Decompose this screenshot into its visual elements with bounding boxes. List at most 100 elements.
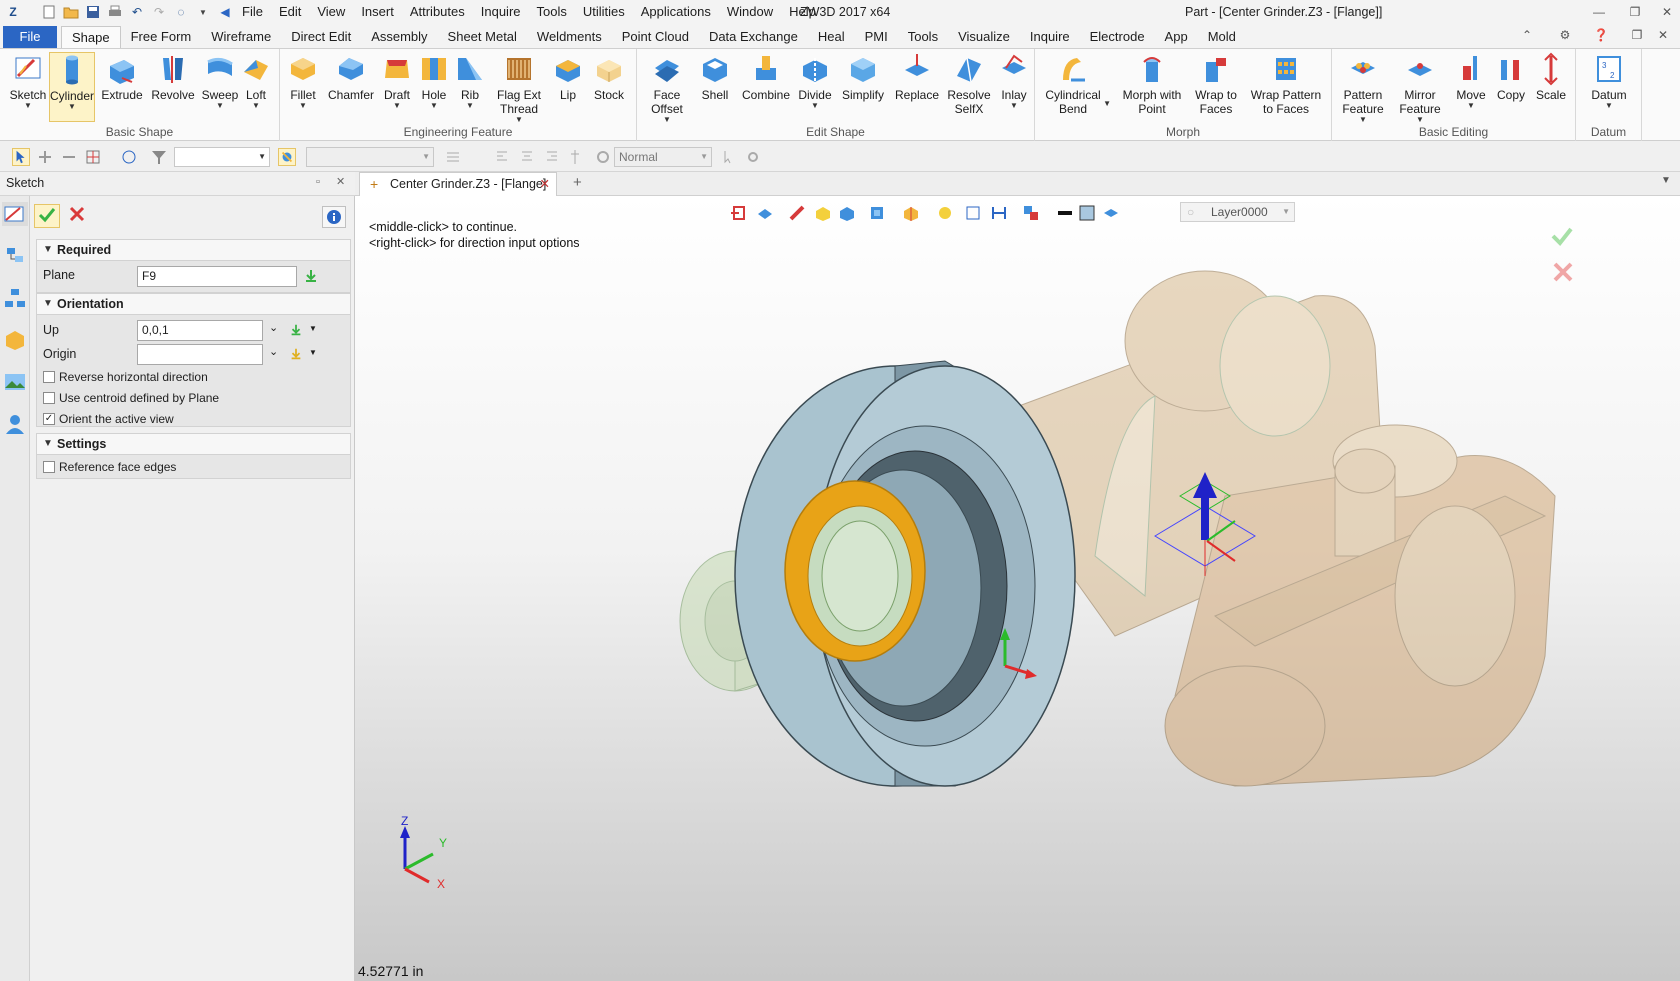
tab-point-cloud[interactable]: Point Cloud — [612, 26, 699, 48]
confirm-button[interactable] — [34, 204, 60, 228]
minimize-button[interactable]: — — [1590, 3, 1608, 21]
pattern-feature-button[interactable]: Pattern Feature ▼ — [1336, 52, 1390, 124]
model-scene[interactable] — [355, 196, 1680, 981]
tab-inquire[interactable]: Inquire — [1020, 26, 1080, 48]
panel-pin-icon[interactable]: ▫ — [316, 176, 320, 188]
chamfer-button[interactable]: Chamfer — [326, 52, 376, 102]
part-manager-icon[interactable] — [3, 328, 27, 352]
collapse-ribbon-icon[interactable]: ⌃ — [1518, 28, 1536, 44]
menu-applications[interactable]: Applications — [633, 0, 719, 24]
menu-file[interactable]: File — [234, 0, 271, 24]
hole-button[interactable]: Hole ▼ — [416, 52, 452, 110]
grid-select-icon[interactable] — [84, 148, 102, 166]
filter-combo[interactable]: ▼ — [174, 147, 270, 167]
rib-button[interactable]: Rib ▼ — [452, 52, 488, 110]
cylinder-button[interactable]: Cylinder ▼ — [49, 52, 95, 122]
revolve-button[interactable]: Revolve — [149, 52, 197, 102]
menu-view[interactable]: View — [309, 0, 353, 24]
assembly-manager-icon[interactable] — [3, 286, 27, 310]
origin-expand-icon[interactable]: ⌄ — [269, 345, 278, 358]
menu-window[interactable]: Window — [719, 0, 781, 24]
close-window-button[interactable]: ✕ — [1658, 3, 1676, 21]
tab-tools[interactable]: Tools — [898, 26, 948, 48]
sketch-manager-icon[interactable] — [2, 202, 28, 226]
origin-field[interactable] — [137, 344, 263, 365]
print-icon[interactable] — [106, 3, 124, 21]
settings-section-header[interactable]: ▼ Settings — [36, 433, 351, 455]
panel-close-icon[interactable]: ✕ — [336, 175, 345, 188]
save-icon[interactable] — [84, 3, 102, 21]
filter-icon[interactable] — [150, 148, 168, 166]
face-offset-button[interactable]: Face Offset ▼ — [643, 52, 691, 124]
redo-icon[interactable]: ↷ — [150, 3, 168, 21]
app-logo-icon[interactable]: Z — [4, 3, 22, 21]
menu-attributes[interactable]: Attributes — [402, 0, 473, 24]
menu-edit[interactable]: Edit — [271, 0, 309, 24]
open-file-icon[interactable] — [62, 3, 80, 21]
loft-button[interactable]: Loft ▼ — [238, 52, 274, 110]
dropdown-icon[interactable]: ▼ — [194, 3, 212, 21]
restore-icon[interactable]: ❐ — [1628, 28, 1646, 44]
menu-utilities[interactable]: Utilities — [575, 0, 633, 24]
new-file-icon[interactable] — [40, 3, 58, 21]
extrude-button[interactable]: Extrude — [98, 52, 146, 102]
use-centroid-checkbox[interactable] — [43, 392, 55, 404]
tab-app[interactable]: App — [1155, 26, 1198, 48]
datum-button[interactable]: 32 Datum ▼ — [1584, 52, 1634, 110]
move-button[interactable]: Move ▼ — [1452, 52, 1490, 110]
scale-button[interactable]: Scale — [1532, 52, 1570, 102]
menu-inquire[interactable]: Inquire — [473, 0, 529, 24]
circle-select-icon[interactable] — [120, 148, 138, 166]
graphics-viewport[interactable]: <middle-click> to continue. <right-click… — [355, 196, 1680, 981]
triangle-left-icon[interactable]: ◀ — [216, 3, 234, 21]
new-tab-icon[interactable]: + — [573, 174, 582, 191]
morph-with-point-button[interactable]: Morph with Point — [1117, 52, 1187, 116]
smart-pick-icon[interactable] — [278, 148, 296, 166]
menu-tools[interactable]: Tools — [529, 0, 575, 24]
cancel-button[interactable] — [64, 204, 90, 228]
resolve-selfx-button[interactable]: Resolve SelfX — [945, 52, 993, 116]
select-filter-icon[interactable]: ◌ — [172, 3, 190, 21]
render-mode-combo[interactable]: Normal ▼ — [614, 147, 712, 167]
menu-insert[interactable]: Insert — [353, 0, 402, 24]
stock-button[interactable]: Stock — [588, 52, 630, 102]
tab-direct-edit[interactable]: Direct Edit — [281, 26, 361, 48]
doc-tab-close-icon[interactable]: ✕ — [540, 173, 550, 195]
reverse-horizontal-checkbox[interactable] — [43, 371, 55, 383]
info-button[interactable] — [322, 206, 346, 228]
fillet-button[interactable]: Fillet ▼ — [282, 52, 324, 110]
sketch-button[interactable]: Sketch ▼ — [6, 52, 50, 110]
orient-active-view-checkbox[interactable]: ✓ — [43, 413, 55, 425]
up-expand-icon[interactable]: ⌄ — [269, 321, 278, 334]
mirror-feature-button[interactable]: Mirror Feature ▼ — [1392, 52, 1448, 124]
undo-icon[interactable]: ↶ — [128, 3, 146, 21]
copy-button[interactable]: Copy — [1492, 52, 1530, 102]
required-section-header[interactable]: ▼ Required — [36, 239, 351, 261]
wrap-to-faces-button[interactable]: Wrap to Faces — [1191, 52, 1241, 116]
shell-button[interactable]: Shell — [695, 52, 735, 102]
up-pick-icon[interactable] — [289, 323, 303, 337]
document-tab[interactable]: + Center Grinder.Z3 - [Flange] ✕ — [359, 172, 557, 196]
wrap-pattern-to-faces-button[interactable]: Wrap Pattern to Faces — [1245, 52, 1327, 116]
origin-pick-icon[interactable] — [289, 347, 303, 361]
remove-filter-icon[interactable] — [60, 148, 78, 166]
help-icon[interactable]: ❓ — [1592, 28, 1610, 44]
tab-pmi[interactable]: PMI — [855, 26, 898, 48]
inlay-button[interactable]: Inlay ▼ — [995, 52, 1033, 110]
settings-gear-icon[interactable]: ⚙ — [1556, 28, 1574, 44]
history-manager-icon[interactable] — [3, 244, 27, 268]
tab-list-icon[interactable]: ▼ — [1661, 175, 1671, 186]
image-manager-icon[interactable] — [3, 370, 27, 394]
reference-face-edges-checkbox[interactable] — [43, 461, 55, 473]
tab-mold[interactable]: Mold — [1198, 26, 1246, 48]
combine-button[interactable]: Combine — [739, 52, 793, 102]
close-doc-icon[interactable]: ✕ — [1654, 28, 1672, 44]
selection-combo[interactable]: ▼ — [306, 147, 434, 167]
divide-button[interactable]: Divide ▼ — [794, 52, 836, 110]
tab-weldments[interactable]: Weldments — [527, 26, 612, 48]
tab-sheet-metal[interactable]: Sheet Metal — [438, 26, 527, 48]
tab-free-form[interactable]: Free Form — [121, 26, 202, 48]
flag-ext-thread-button[interactable]: Flag Ext Thread ▼ — [490, 52, 548, 124]
origin-dropdown-icon[interactable]: ▼ — [309, 348, 317, 357]
user-manager-icon[interactable] — [3, 412, 27, 436]
